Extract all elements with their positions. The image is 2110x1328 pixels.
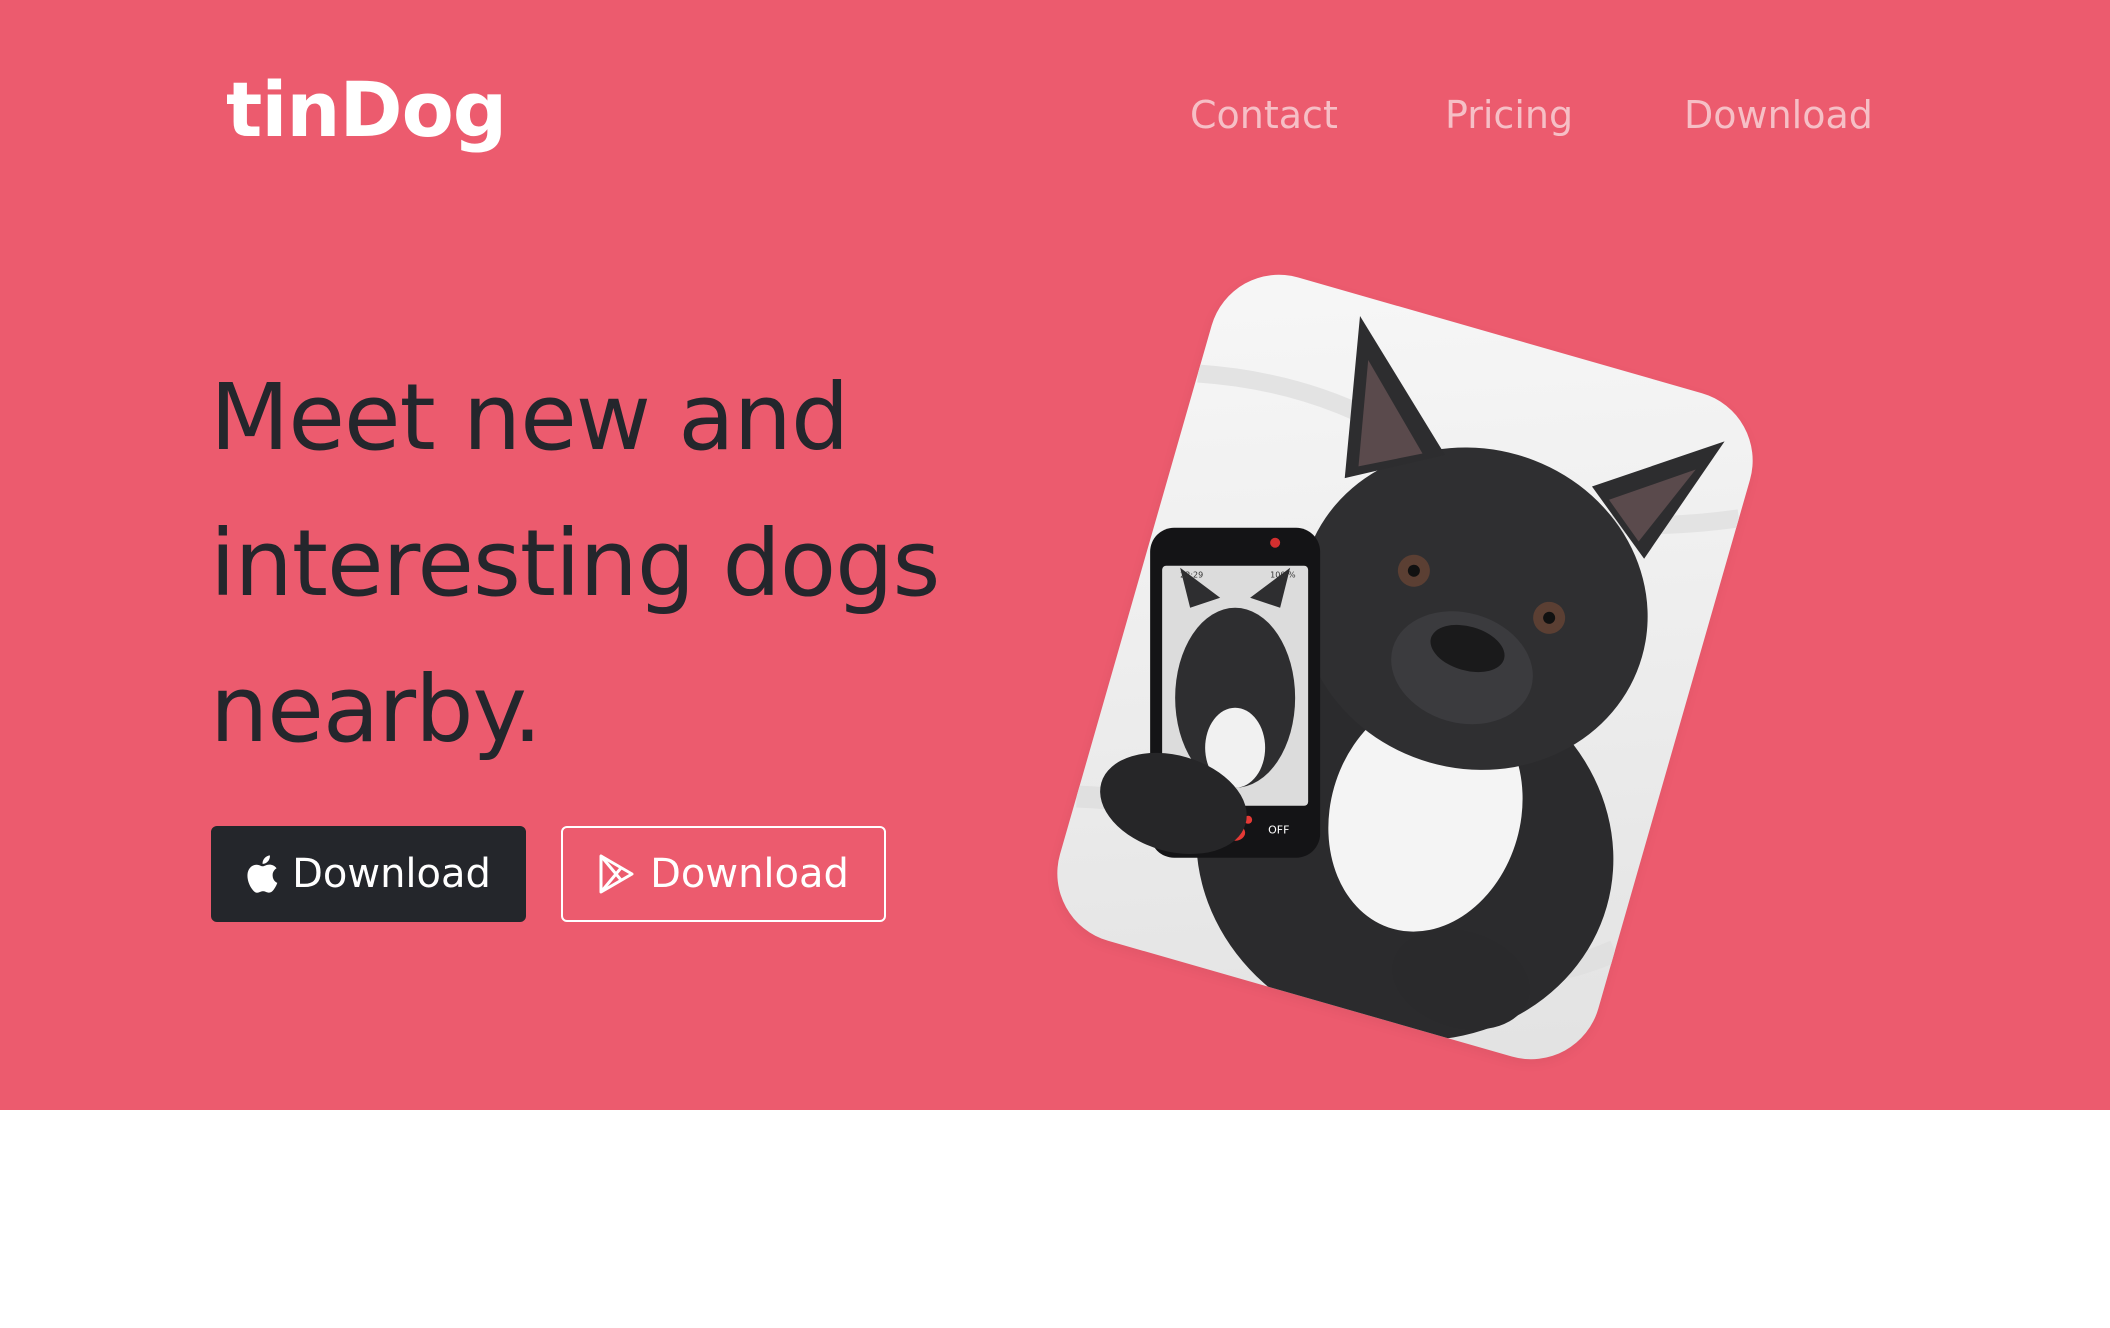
headline-line-2: interesting dogs (210, 510, 940, 617)
lower-section (0, 1110, 2110, 1328)
apple-download-button[interactable]: Download (211, 826, 526, 922)
headline-line-1: Meet new and (210, 364, 849, 471)
apple-download-label: Download (292, 851, 491, 897)
hero-dog-phone-image: 22:29 100 % ON OFF (1040, 258, 1770, 1076)
phone-off-label: OFF (1268, 824, 1289, 837)
phone-status-time: 22:29 (1180, 571, 1203, 580)
nav-link-download[interactable]: Download (1684, 96, 1873, 134)
phone-status-battery: 100 % (1270, 571, 1296, 580)
apple-icon (246, 855, 278, 893)
nav-link-pricing[interactable]: Pricing (1445, 96, 1573, 134)
google-play-download-button[interactable]: Download (561, 826, 886, 922)
google-play-icon (598, 853, 636, 895)
headline-line-3: nearby. (210, 656, 542, 763)
nav-link-contact[interactable]: Contact (1190, 96, 1338, 134)
google-play-download-label: Download (650, 851, 849, 897)
top-nav: Contact Pricing Download (0, 96, 2110, 146)
hero-section: tinDog Contact Pricing Download Meet new… (0, 0, 2110, 1110)
dog-selfie-illustration: 22:29 100 % ON OFF (1076, 316, 1741, 1041)
hero-headline: Meet new and interesting dogs nearby. (210, 345, 1110, 783)
